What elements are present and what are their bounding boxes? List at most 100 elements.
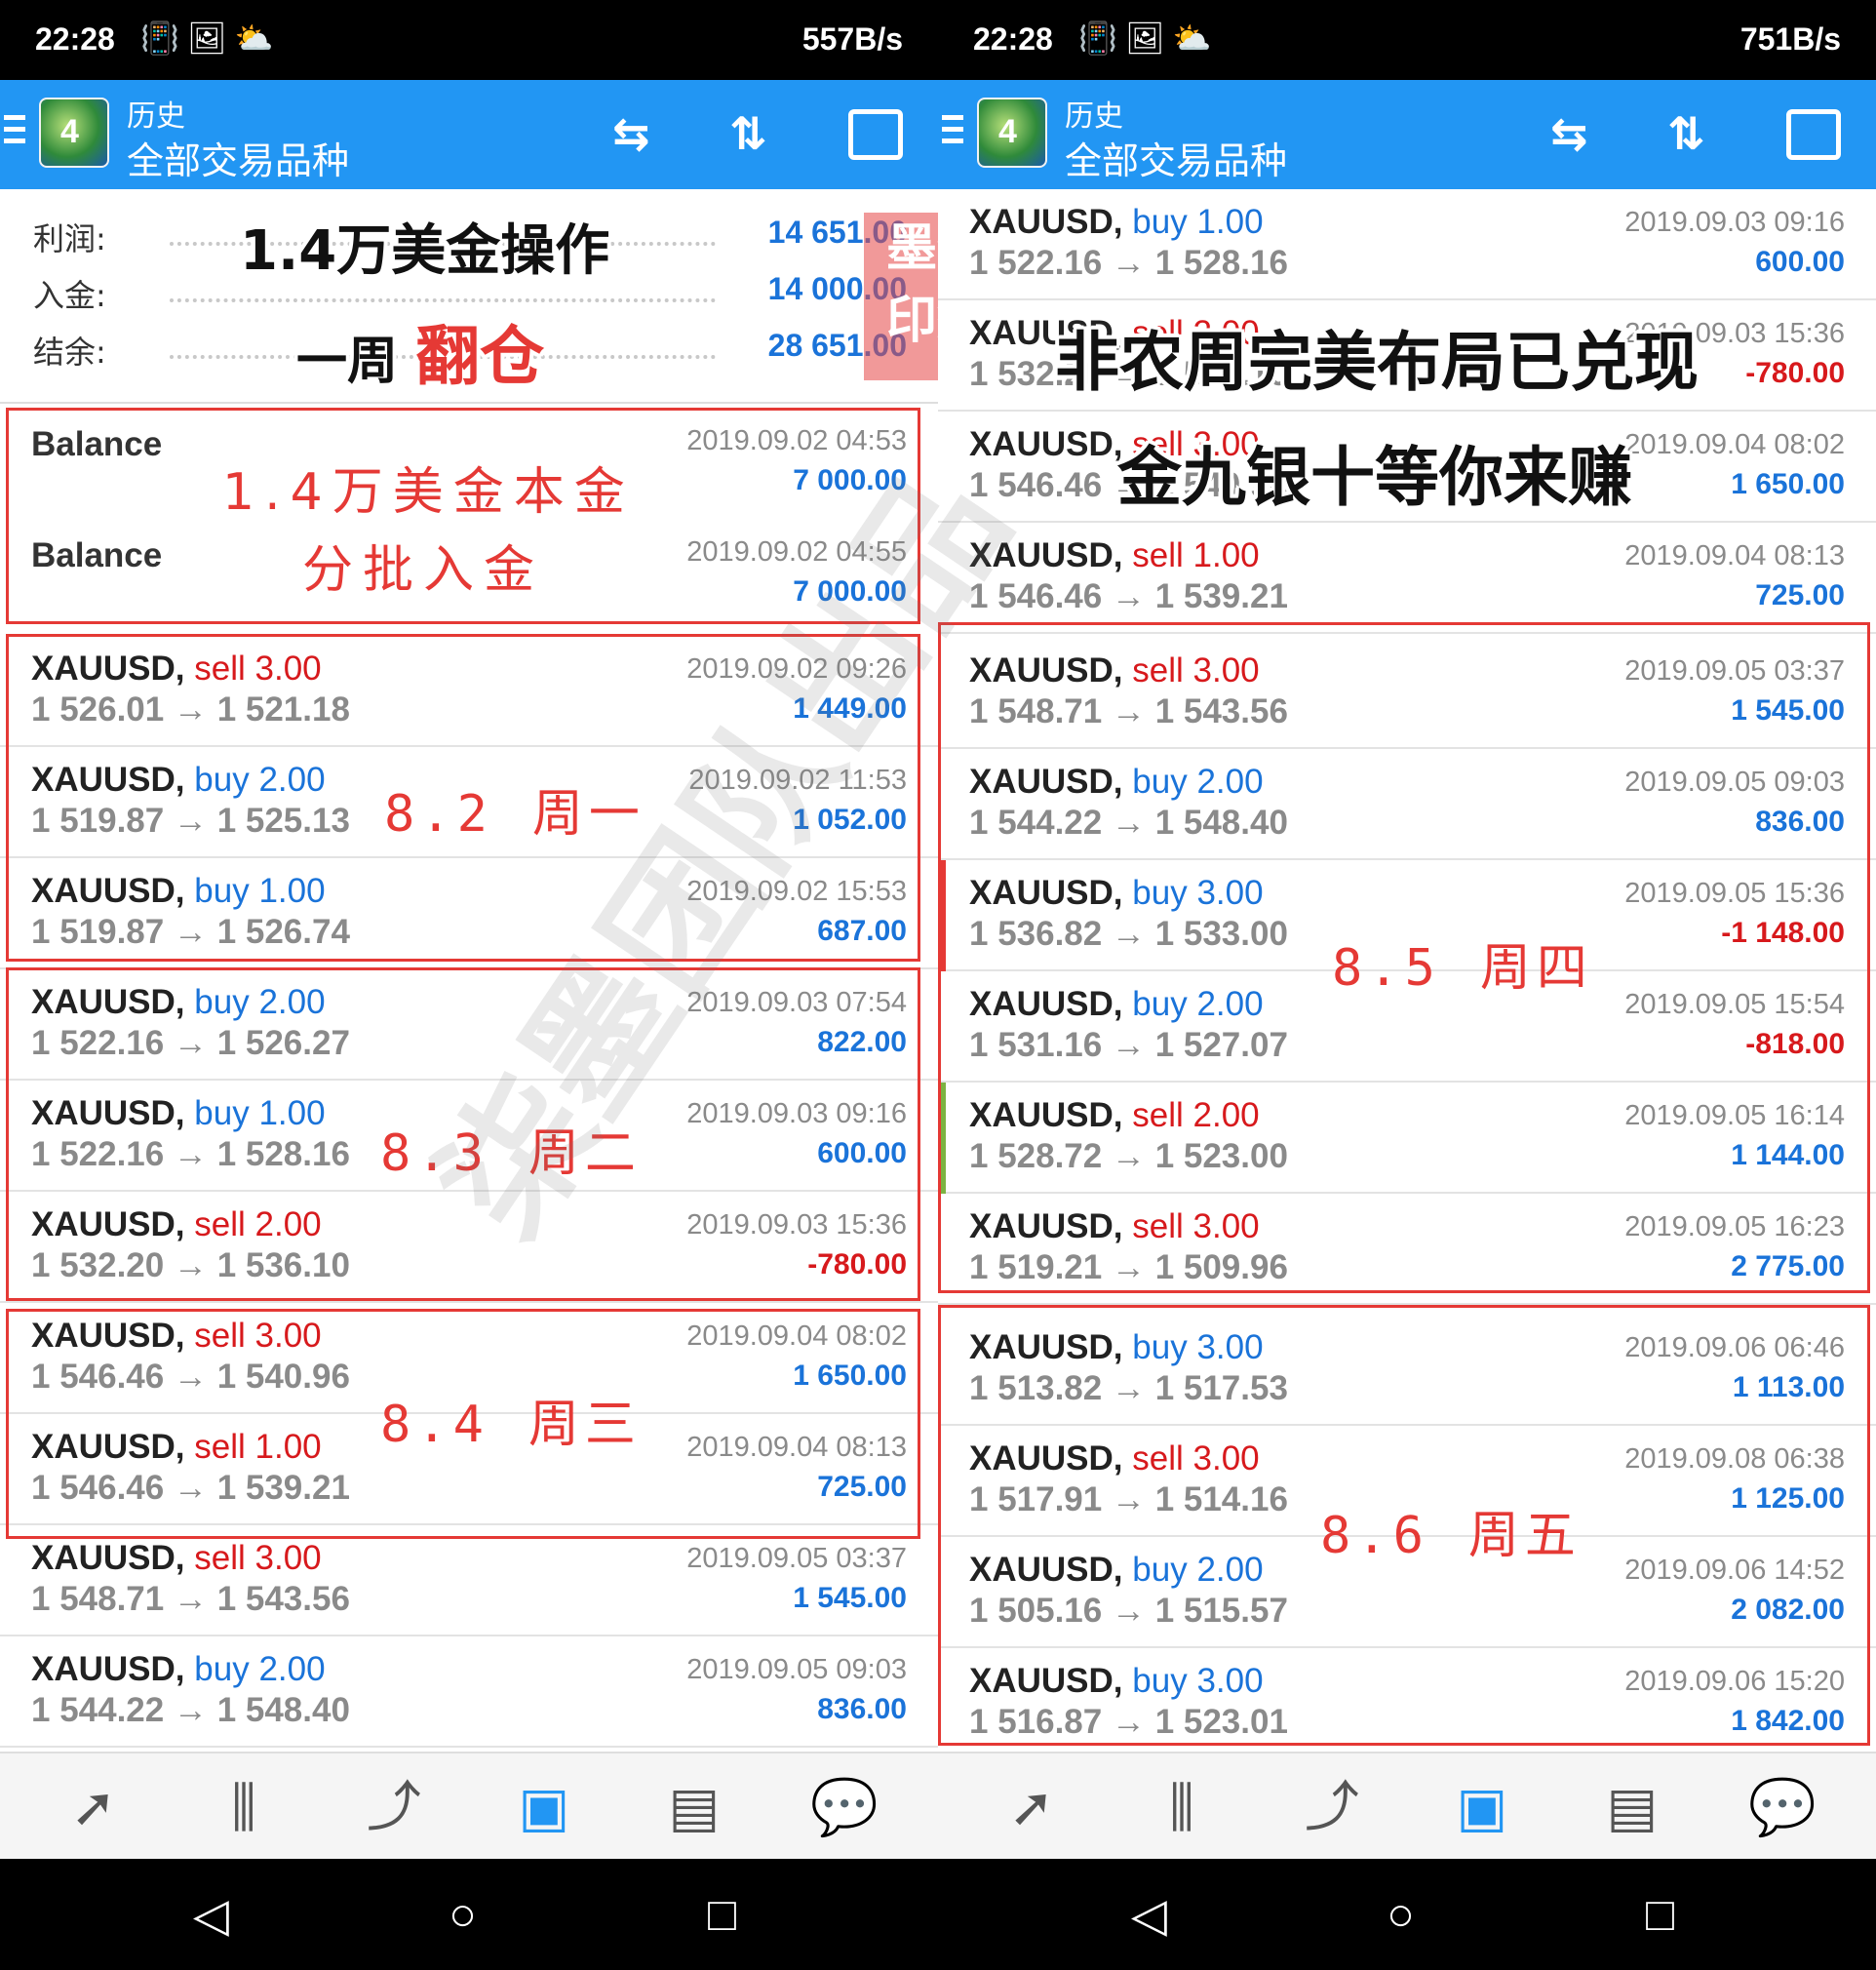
trade-prices: 1 517.91 → 1 514.16 (969, 1480, 1288, 1518)
trade-symbol: XAUUSD, (969, 1207, 1123, 1245)
trade-row[interactable]: XAUUSD, buy 3.00 1 513.82 → 1 517.53 2019.… (938, 1315, 1876, 1426)
nav-chart-icon[interactable]: ⤴ (355, 1773, 433, 1841)
trade-symbol: XAUUSD, (969, 425, 1123, 463)
trade-lots: 2.00 (1196, 1551, 1264, 1589)
trade-profit: 2 775.00 (1731, 1250, 1845, 1282)
symbol-filter[interactable]: 全部交易品种 (1065, 131, 1287, 184)
home-button[interactable]: ○ (449, 1888, 477, 1942)
trade-time: 2019.09.05 03:37 (1624, 655, 1845, 687)
trade-title: XAUUSD, buy 2.00 (969, 763, 1264, 802)
trade-title: XAUUSD, buy 3.00 (969, 1662, 1264, 1701)
trade-time: 2019.09.04 08:02 (1624, 429, 1845, 460)
home-button[interactable]: ○ (1387, 1888, 1415, 1942)
trade-prices: 1 531.16 → 1 527.07 (969, 1026, 1288, 1064)
trade-time: 2019.09.05 15:54 (1624, 989, 1845, 1020)
trade-time: 2019.09.06 06:46 (1624, 1332, 1845, 1363)
trade-row[interactable]: XAUUSD, sell 1.00 1 546.46 → 1 539.21 2019… (938, 523, 1876, 634)
trade-marker (938, 1083, 946, 1194)
trade-row[interactable]: XAUUSD, buy 2.00 1 544.22 → 1 548.40 2019.… (938, 749, 1876, 860)
trade-prices: 1 522.16 → 1 528.16 (31, 1135, 350, 1173)
nav-trade-icon[interactable]: ➚ (993, 1773, 1071, 1841)
trade-title: XAUUSD, buy 3.00 (969, 1328, 1264, 1367)
trade-row[interactable]: XAUUSD, sell 2.00 1 528.72 → 1 523.00 2019… (938, 1083, 1876, 1194)
trade-profit: 2 082.00 (1731, 1594, 1845, 1626)
trade-lots: 3.00 (1192, 651, 1260, 690)
trade-row[interactable]: XAUUSD, sell 3.00 1 519.21 → 1 509.96 2019… (938, 1194, 1876, 1305)
trade-row[interactable]: XAUUSD, buy 3.00 1 516.87 → 1 523.01 2019.… (938, 1648, 1876, 1759)
trade-side: sell (194, 1205, 246, 1243)
trade-symbol: XAUUSD, (969, 985, 1123, 1023)
trade-prices: 1 544.22 → 1 548.40 (969, 804, 1288, 842)
trade-lots: 2.00 (1192, 1096, 1260, 1134)
sort-icon[interactable]: ⇅ (729, 107, 767, 160)
nav-history-icon[interactable]: ▣ (505, 1773, 583, 1841)
trade-lots: 3.00 (1192, 1207, 1260, 1245)
bottom-nav: ➚ ⫼ ⤴ ▣ ▤ 💬 (938, 1752, 1876, 1859)
day-label-wednesday: 8.4 周三 (380, 1396, 642, 1454)
currency-exchange-icon[interactable]: ⇆ (1550, 107, 1588, 160)
trade-lots: 3.00 (1196, 1328, 1264, 1366)
nav-chart-icon[interactable]: ⤴ (1293, 1773, 1371, 1841)
trade-profit: 836.00 (1755, 806, 1845, 838)
trade-title: XAUUSD, buy 1.00 (31, 872, 326, 911)
nav-chat-icon[interactable]: 💬 (1743, 1773, 1821, 1841)
recents-button[interactable]: □ (708, 1888, 736, 1942)
metatrader-logo-icon: 4 (977, 98, 1047, 168)
trade-prices: 1 516.87 → 1 523.01 (969, 1703, 1288, 1741)
nav-quotes-chart-icon[interactable]: ⫼ (1143, 1773, 1221, 1841)
menu-icon[interactable] (942, 115, 963, 148)
trade-prices: 1 519.87 → 1 525.13 (31, 802, 350, 840)
trade-lots: 3.00 (254, 1539, 322, 1577)
menu-icon[interactable] (4, 115, 25, 148)
nav-chat-icon[interactable]: 💬 (805, 1773, 883, 1841)
trade-title: XAUUSD, sell 1.00 (31, 1428, 322, 1467)
currency-exchange-icon[interactable]: ⇆ (612, 107, 650, 160)
trade-prices: 1 519.21 → 1 509.96 (969, 1248, 1288, 1286)
trade-side: sell (194, 1428, 246, 1466)
trade-prices: 1 548.71 → 1 543.56 (31, 1580, 350, 1618)
trade-symbol: XAUUSD, (969, 763, 1123, 801)
trade-row[interactable]: XAUUSD, buy 2.00 1 544.22 → 1 548.40 2019.… (0, 1636, 938, 1748)
nav-news-icon[interactable]: ▤ (655, 1773, 733, 1841)
back-button[interactable]: ◁ (193, 1888, 229, 1943)
trade-side: sell (1132, 1439, 1184, 1478)
calendar-icon[interactable] (848, 109, 903, 160)
trade-profit: 1 545.00 (793, 1582, 907, 1614)
trade-title: XAUUSD, sell 3.00 (969, 651, 1260, 690)
trade-title: XAUUSD, buy 2.00 (969, 1551, 1264, 1590)
left-screenshot: 22:28 📳🖼⛅ 557B/s 4 历史 全部交易品种 ⇆ ⇅ 利润: 14 6… (0, 0, 938, 1970)
trade-profit: 822.00 (817, 1026, 907, 1058)
calendar-icon[interactable] (1786, 109, 1841, 160)
trade-lots: 1.00 (254, 1428, 322, 1466)
nav-news-icon[interactable]: ▤ (1593, 1773, 1671, 1841)
trade-symbol: XAUUSD, (31, 1094, 185, 1132)
trade-title: XAUUSD, sell 3.00 (969, 1439, 1260, 1478)
trade-row[interactable]: XAUUSD, sell 3.00 1 548.71 → 1 543.56 2019… (938, 638, 1876, 749)
headline-capital: 1.4万美金操作 (240, 219, 610, 283)
headline-week: 一周 翻仓 (296, 319, 545, 394)
trade-time: 2019.09.05 09:03 (686, 1654, 907, 1685)
status-bar: 22:28 📳🖼⛅ 557B/s (0, 0, 938, 80)
trade-side: sell (194, 650, 246, 688)
nav-quotes-chart-icon[interactable]: ⫼ (205, 1773, 283, 1841)
trade-side: buy (1132, 874, 1188, 912)
trade-prices: 1 528.72 → 1 523.00 (969, 1137, 1288, 1175)
nav-history-icon[interactable]: ▣ (1443, 1773, 1521, 1841)
trade-side: buy (194, 1650, 250, 1688)
trade-time: 2019.09.05 15:36 (1624, 878, 1845, 909)
trade-lots: 2.00 (258, 1650, 326, 1688)
trade-prices: 1 546.46 → 1 539.21 (31, 1469, 350, 1507)
trade-profit: 1 650.00 (793, 1359, 907, 1392)
trade-lots: 3.00 (254, 650, 322, 688)
trade-side: sell (1132, 651, 1184, 690)
sort-icon[interactable]: ⇅ (1667, 107, 1705, 160)
status-time: 22:28 (973, 21, 1053, 57)
trade-time: 2019.09.06 14:52 (1624, 1555, 1845, 1586)
symbol-filter[interactable]: 全部交易品种 (127, 131, 349, 184)
back-button[interactable]: ◁ (1131, 1888, 1167, 1943)
trade-row[interactable]: XAUUSD, buy 1.00 1 522.16 → 1 528.16 2019.… (938, 189, 1876, 300)
trade-profit: -1 148.00 (1721, 917, 1845, 949)
recents-button[interactable]: □ (1646, 1888, 1674, 1942)
trade-row[interactable]: XAUUSD, sell 3.00 1 548.71 → 1 543.56 2019… (0, 1525, 938, 1636)
nav-trade-icon[interactable]: ➚ (55, 1773, 133, 1841)
